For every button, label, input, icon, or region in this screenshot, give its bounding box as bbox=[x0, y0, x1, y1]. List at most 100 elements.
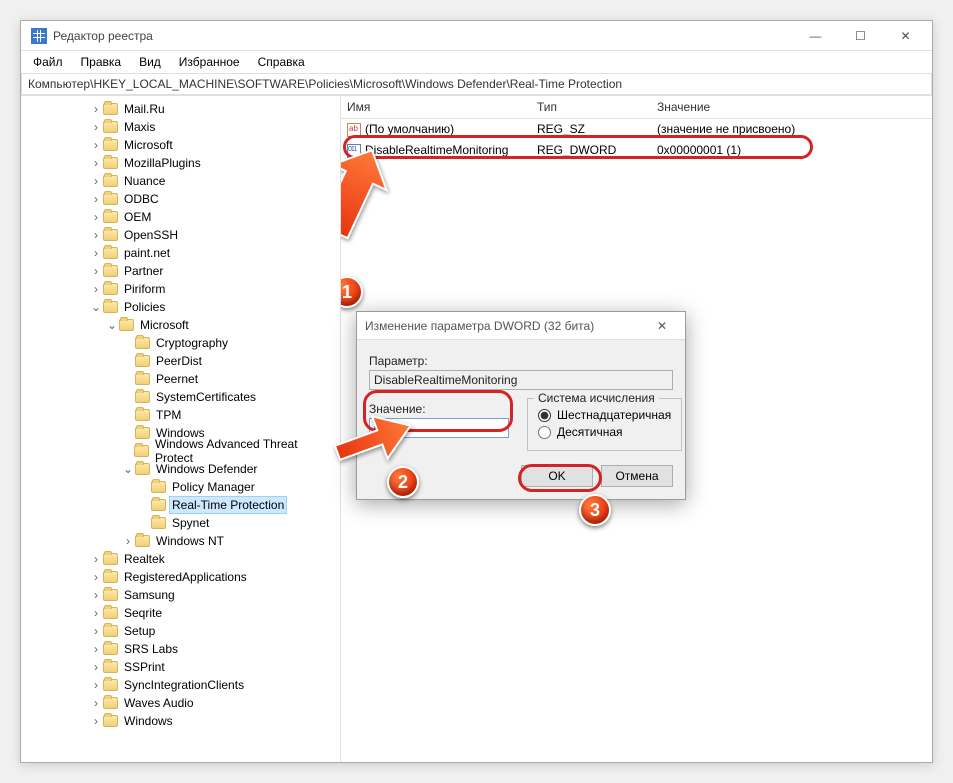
value-row-disablerealtime[interactable]: DisableRealtimeMonitoring REG_DWORD 0x00… bbox=[341, 140, 932, 161]
menu-help[interactable]: Справка bbox=[250, 53, 313, 71]
chevron-right-icon[interactable]: › bbox=[89, 570, 103, 584]
chevron-right-icon[interactable]: › bbox=[89, 678, 103, 692]
window-title: Редактор реестра bbox=[53, 29, 793, 43]
maximize-button[interactable]: ☐ bbox=[838, 22, 883, 50]
chevron-right-icon[interactable]: › bbox=[89, 606, 103, 620]
tree-item[interactable]: ›SRS Labs bbox=[21, 640, 340, 658]
radio-hex[interactable]: Шестнадцатеричная bbox=[538, 408, 671, 422]
radio-dec[interactable]: Десятичная bbox=[538, 425, 671, 439]
tree-item[interactable]: Spynet bbox=[21, 514, 340, 532]
folder-icon bbox=[103, 625, 118, 637]
tree-item[interactable]: PeerDist bbox=[21, 352, 340, 370]
chevron-right-icon[interactable]: › bbox=[89, 282, 103, 296]
cancel-button[interactable]: Отмена bbox=[601, 465, 673, 487]
value-row-default[interactable]: (По умолчанию) REG_SZ (значение не присв… bbox=[341, 119, 932, 140]
col-type[interactable]: Тип bbox=[537, 100, 657, 114]
chevron-right-icon[interactable]: › bbox=[89, 552, 103, 566]
chevron-right-icon[interactable]: › bbox=[89, 210, 103, 224]
tree-item[interactable]: ›RegisteredApplications bbox=[21, 568, 340, 586]
tree-item[interactable]: Peernet bbox=[21, 370, 340, 388]
tree-item[interactable]: Real-Time Protection bbox=[21, 496, 340, 514]
chevron-right-icon[interactable]: › bbox=[89, 264, 103, 278]
col-name[interactable]: Имя bbox=[347, 100, 537, 114]
tree-item[interactable]: ›Samsung bbox=[21, 586, 340, 604]
value-input[interactable] bbox=[369, 418, 509, 438]
value-label: Значение: bbox=[369, 402, 509, 416]
chevron-right-icon[interactable]: › bbox=[89, 228, 103, 242]
folder-icon bbox=[103, 175, 118, 187]
radio-hex-input[interactable] bbox=[538, 409, 551, 422]
string-value-icon bbox=[347, 123, 361, 137]
chevron-right-icon[interactable]: › bbox=[121, 534, 135, 548]
minimize-button[interactable]: — bbox=[793, 22, 838, 50]
tree-item[interactable]: ›SyncIntegrationClients bbox=[21, 676, 340, 694]
folder-icon bbox=[103, 553, 118, 565]
chevron-right-icon[interactable]: › bbox=[89, 696, 103, 710]
chevron-right-icon[interactable]: › bbox=[89, 660, 103, 674]
tree-item[interactable]: ›Microsoft bbox=[21, 136, 340, 154]
folder-icon bbox=[103, 103, 118, 115]
tree-item[interactable]: TPM bbox=[21, 406, 340, 424]
col-data[interactable]: Значение bbox=[657, 100, 926, 114]
chevron-right-icon[interactable]: › bbox=[89, 588, 103, 602]
tree-item[interactable]: ›Piriform bbox=[21, 280, 340, 298]
param-name-field: DisableRealtimeMonitoring bbox=[369, 370, 673, 390]
tree-item[interactable]: Windows Advanced Threat Protect bbox=[21, 442, 340, 460]
tree-item[interactable]: ›Setup bbox=[21, 622, 340, 640]
window-controls: — ☐ ✕ bbox=[793, 22, 928, 50]
tree-item[interactable]: ⌄Policies bbox=[21, 298, 340, 316]
folder-icon bbox=[103, 661, 118, 673]
menu-file[interactable]: Файл bbox=[25, 53, 71, 71]
chevron-right-icon[interactable]: › bbox=[89, 246, 103, 260]
folder-icon bbox=[103, 715, 118, 727]
menu-edit[interactable]: Правка bbox=[73, 53, 130, 71]
tree-item[interactable]: ›Maxis bbox=[21, 118, 340, 136]
key-tree[interactable]: ›Mail.Ru›Maxis›Microsoft›MozillaPlugins›… bbox=[21, 96, 341, 762]
address-bar[interactable]: Компьютер\HKEY_LOCAL_MACHINE\SOFTWARE\Po… bbox=[21, 73, 932, 95]
tree-item[interactable]: › OpenSSH bbox=[21, 226, 340, 244]
tree-item[interactable]: ›Nuance bbox=[21, 172, 340, 190]
tree-item[interactable]: ›Realtek bbox=[21, 550, 340, 568]
chevron-right-icon[interactable]: › bbox=[89, 624, 103, 638]
tree-item[interactable]: ›Windows NT bbox=[21, 532, 340, 550]
dialog-close-button[interactable]: ✕ bbox=[647, 319, 677, 333]
chevron-right-icon[interactable]: › bbox=[89, 642, 103, 656]
tree-item-label: OpenSSH bbox=[122, 227, 180, 243]
tree-item[interactable]: ›paint.net bbox=[21, 244, 340, 262]
menu-favorites[interactable]: Избранное bbox=[171, 53, 248, 71]
tree-item[interactable]: ›Seqrite bbox=[21, 604, 340, 622]
chevron-down-icon[interactable]: ⌄ bbox=[89, 300, 103, 314]
menu-bar: Файл Правка Вид Избранное Справка bbox=[21, 51, 932, 73]
tree-item-label: SystemCertificates bbox=[154, 389, 258, 405]
tree-item[interactable]: ›Partner bbox=[21, 262, 340, 280]
dialog-titlebar[interactable]: Изменение параметра DWORD (32 бита) ✕ bbox=[357, 312, 685, 340]
tree-item[interactable]: ›Windows bbox=[21, 712, 340, 730]
tree-item[interactable]: ›OEM bbox=[21, 208, 340, 226]
tree-item[interactable]: ›Waves Audio bbox=[21, 694, 340, 712]
chevron-right-icon[interactable]: › bbox=[89, 102, 103, 116]
tree-item[interactable]: ›MozillaPlugins bbox=[21, 154, 340, 172]
tree-item-label: Spynet bbox=[170, 515, 211, 531]
folder-icon bbox=[135, 391, 150, 403]
tree-item[interactable]: › Mail.Ru bbox=[21, 100, 340, 118]
tree-item[interactable]: Cryptography bbox=[21, 334, 340, 352]
tree-item[interactable]: ⌄Microsoft bbox=[21, 316, 340, 334]
tree-item[interactable]: SystemCertificates bbox=[21, 388, 340, 406]
chevron-down-icon[interactable]: ⌄ bbox=[121, 462, 135, 476]
chevron-right-icon[interactable]: › bbox=[89, 120, 103, 134]
menu-view[interactable]: Вид bbox=[131, 53, 169, 71]
tree-item[interactable]: Policy Manager bbox=[21, 478, 340, 496]
chevron-right-icon[interactable]: › bbox=[89, 192, 103, 206]
close-button[interactable]: ✕ bbox=[883, 22, 928, 50]
tree-item[interactable]: ›ODBC bbox=[21, 190, 340, 208]
chevron-right-icon[interactable]: › bbox=[89, 714, 103, 728]
chevron-right-icon[interactable]: › bbox=[89, 156, 103, 170]
folder-icon bbox=[151, 481, 166, 493]
radio-dec-input[interactable] bbox=[538, 426, 551, 439]
ok-button[interactable]: OK bbox=[521, 465, 593, 487]
chevron-right-icon[interactable]: › bbox=[89, 174, 103, 188]
tree-item[interactable]: ›SSPrint bbox=[21, 658, 340, 676]
chevron-right-icon[interactable]: › bbox=[89, 138, 103, 152]
chevron-down-icon[interactable]: ⌄ bbox=[105, 318, 119, 332]
tree-item-label: Mail.Ru bbox=[122, 101, 167, 117]
